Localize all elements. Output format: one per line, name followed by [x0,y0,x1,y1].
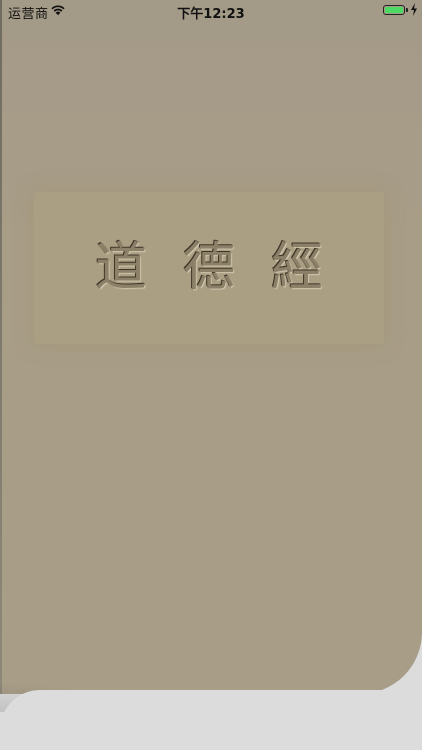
title-char-1: 道 [94,238,147,298]
title-char-3: 經 [271,238,324,298]
battery-level [385,7,403,13]
status-time: 下午12:23 [177,7,245,22]
battery-icon [383,5,405,15]
app-screen: 运营商 下午12:23 道 德 經 [0,0,422,750]
bottom-background [0,690,422,750]
book-title: 道 德 經 [34,192,384,344]
status-bar: 运营商 下午12:23 [0,0,422,22]
battery-tip [406,8,408,12]
title-char-2: 德 [182,238,235,298]
charging-bolt-icon [411,3,417,16]
cover-page[interactable] [0,0,422,694]
title-panel[interactable]: 道 德 經 [34,192,384,344]
